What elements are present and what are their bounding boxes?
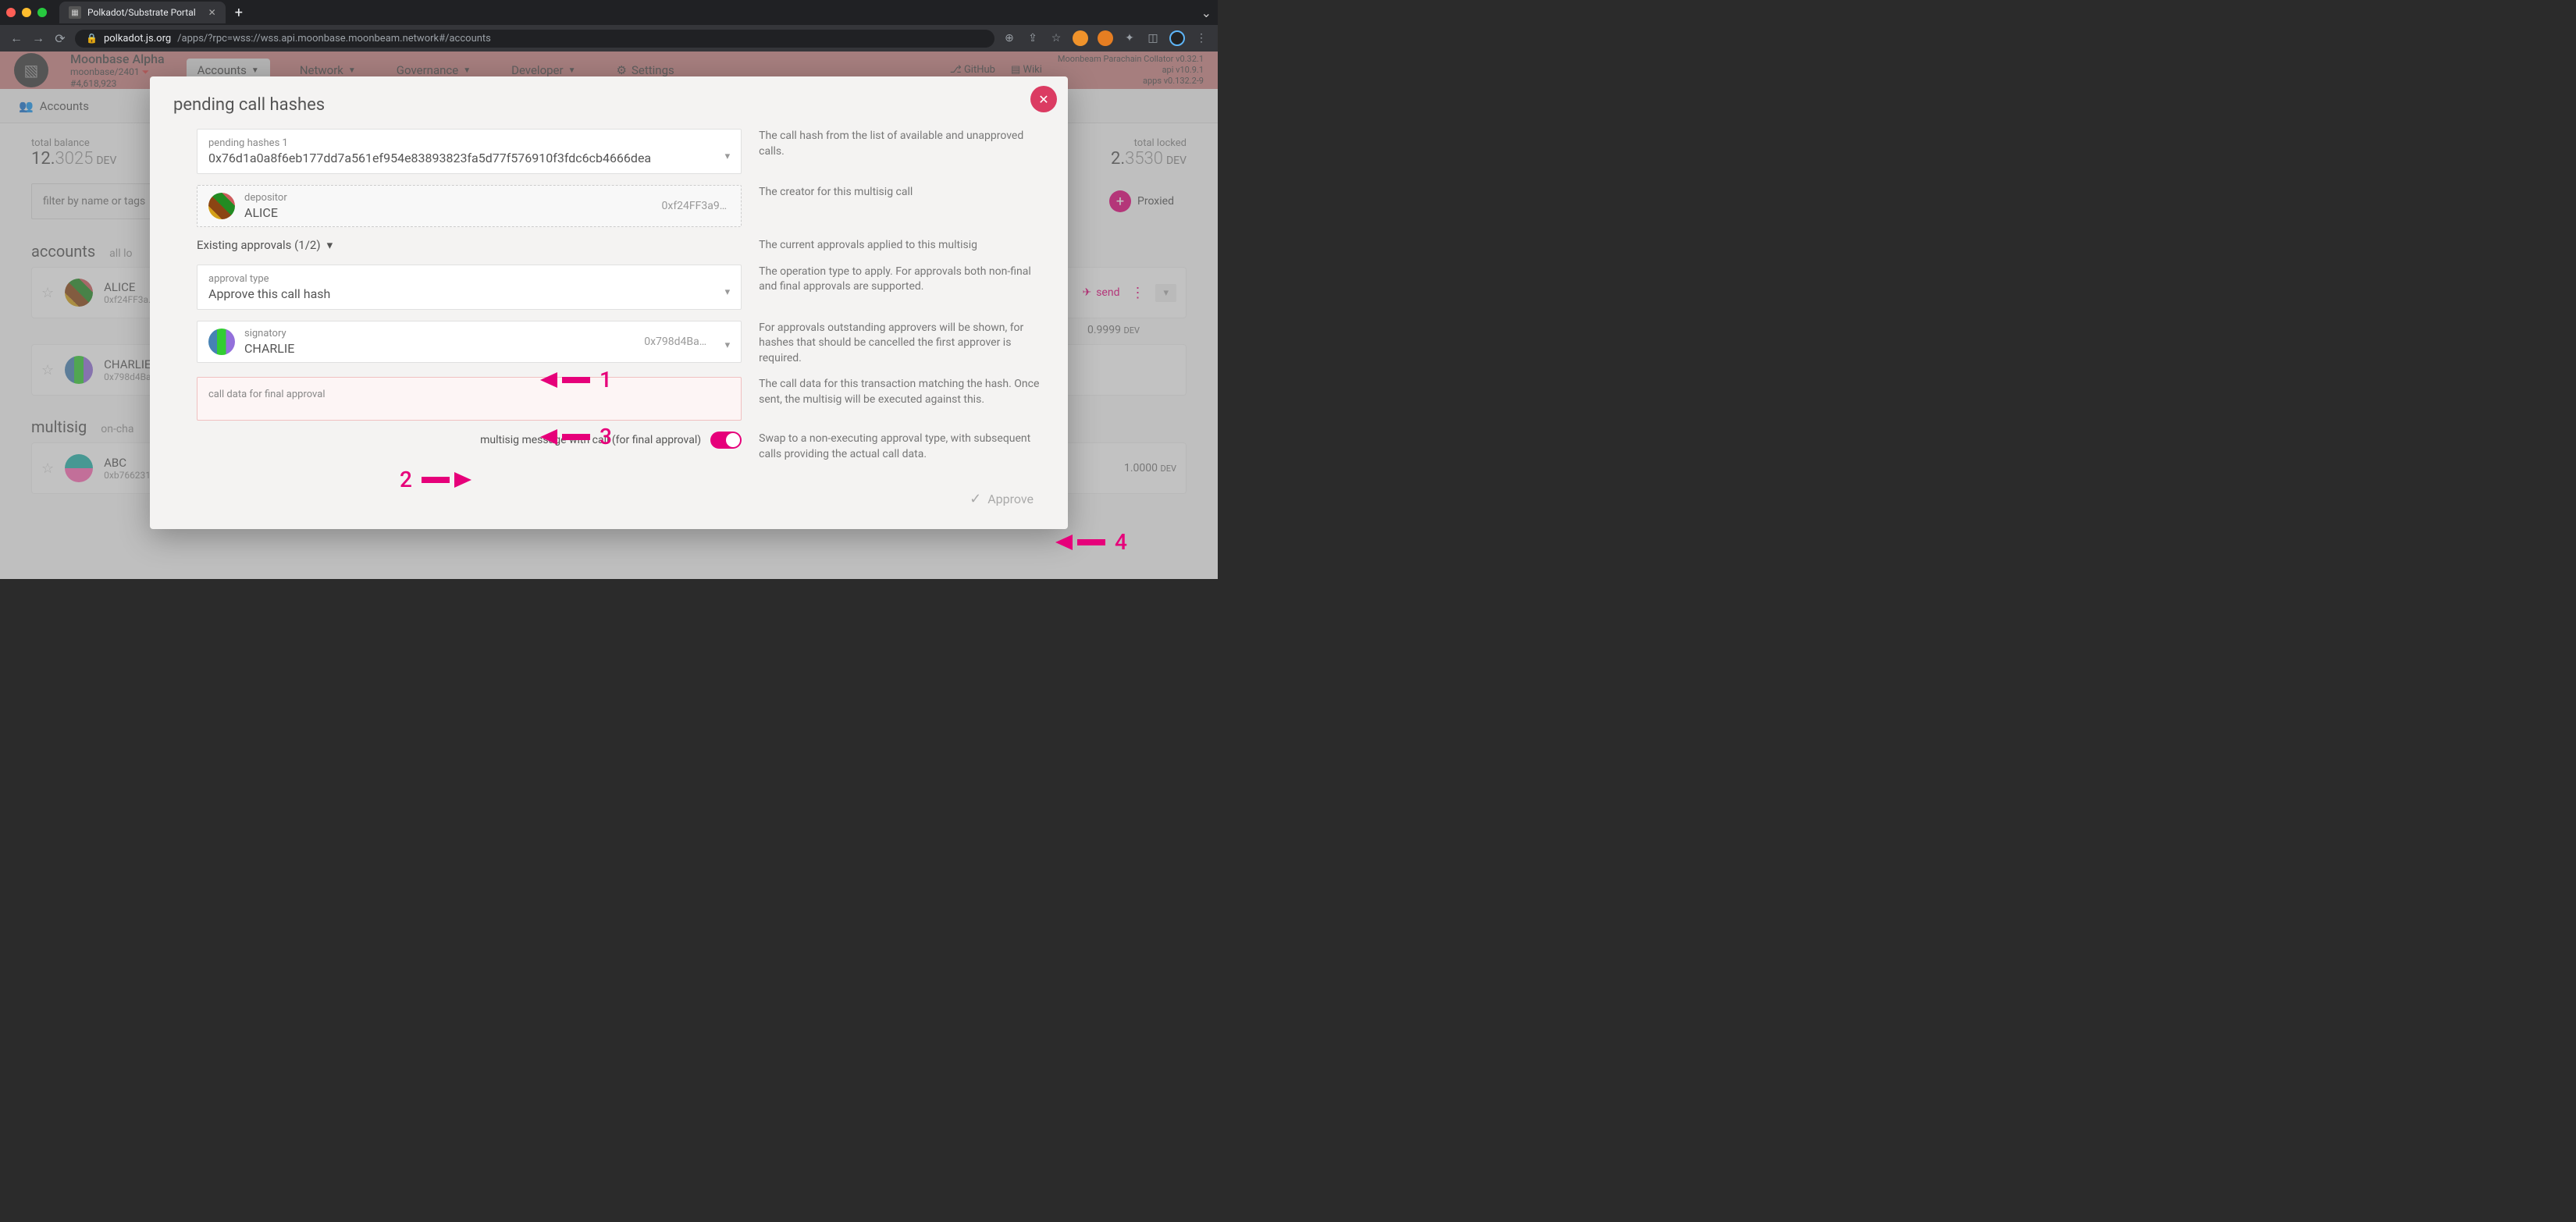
favicon-icon: ▦ <box>69 6 81 19</box>
existing-approvals-toggle[interactable]: Existing approvals (1/2) ▾ <box>197 238 742 252</box>
help-text: The call data for this transaction match… <box>759 377 1044 407</box>
browser-tab[interactable]: ▦ Polkadot/Substrate Portal ✕ <box>59 2 226 23</box>
tabs-dropdown-icon[interactable]: ⌄ <box>1201 5 1212 20</box>
extensions-icon[interactable]: ✦ <box>1123 31 1137 45</box>
zoom-icon[interactable]: ⊕ <box>1002 31 1016 45</box>
address-bar[interactable]: 🔒 polkadot.js.org /apps/?rpc=wss://wss.a… <box>75 30 994 48</box>
toggle-label: multisig message with call (for final ap… <box>480 434 701 446</box>
browser-chrome: ▦ Polkadot/Substrate Portal ✕ + ⌄ ← → ⟳ … <box>0 0 1218 52</box>
annotation-4: 4 <box>1055 529 1127 555</box>
chevron-down-icon: ▾ <box>725 286 731 298</box>
close-window-icon[interactable] <box>6 8 16 17</box>
tab-title: Polkadot/Substrate Portal <box>87 7 196 18</box>
identicon-icon <box>208 193 235 219</box>
signatory-address: 0x798d4Ba… <box>644 336 706 348</box>
chevron-down-icon: ▾ <box>327 238 333 252</box>
identicon-icon <box>208 329 235 355</box>
chevron-down-icon: ▾ <box>725 151 731 162</box>
lock-icon: 🔒 <box>86 33 98 44</box>
tab-bar: ▦ Polkadot/Substrate Portal ✕ + ⌄ <box>0 0 1218 25</box>
maximize-window-icon[interactable] <box>37 8 47 17</box>
help-text: Swap to a non-executing approval type, w… <box>759 432 1044 462</box>
share-icon[interactable]: ⇪ <box>1026 31 1040 45</box>
approve-button[interactable]: ✓ Approve <box>959 485 1044 513</box>
depositor-field: depositor ALICE 0xf24FF3a9… <box>197 185 742 227</box>
pending-call-modal: ✕ pending call hashes pending hashes 1 0… <box>150 76 1068 529</box>
panel-icon[interactable]: ◫ <box>1146 31 1160 45</box>
check-icon: ✓ <box>970 491 981 507</box>
reload-button[interactable]: ⟳ <box>53 31 67 46</box>
app-root: ▧ Moonbase Alpha moonbase/2401 ⏷ #4,618,… <box>0 52 1218 579</box>
help-text: The operation type to apply. For approva… <box>759 265 1044 295</box>
pending-hashes-select[interactable]: pending hashes 1 0x76d1a0a8f6eb177dd7a56… <box>197 129 742 174</box>
forward-button[interactable]: → <box>31 30 45 46</box>
profile-icon[interactable] <box>1169 30 1185 46</box>
menu-icon[interactable]: ⋮ <box>1194 31 1208 45</box>
url-bar: ← → ⟳ 🔒 polkadot.js.org /apps/?rpc=wss:/… <box>0 25 1218 52</box>
signatory-select[interactable]: signatory CHARLIE 0x798d4Ba… ▾ <box>197 321 742 363</box>
window-controls <box>6 8 47 17</box>
approval-type-select[interactable]: approval type Approve this call hash ▾ <box>197 265 742 310</box>
help-text: For approvals outstanding approvers will… <box>759 321 1044 367</box>
help-text: The current approvals applied to this mu… <box>759 238 1044 254</box>
extension-icon[interactable] <box>1098 30 1113 46</box>
call-data-input[interactable]: call data for final approval <box>197 377 742 421</box>
minimize-window-icon[interactable] <box>22 8 31 17</box>
bookmark-icon[interactable]: ☆ <box>1049 31 1063 45</box>
depositor-address: 0xf24FF3a9… <box>662 200 728 212</box>
new-tab-button[interactable]: + <box>235 5 243 21</box>
help-text: The creator for this multisig call <box>759 185 1044 201</box>
modal-title: pending call hashes <box>173 95 1044 115</box>
chevron-down-icon: ▾ <box>725 339 731 351</box>
final-approval-toggle[interactable] <box>710 432 742 449</box>
url-path: /apps/?rpc=wss://wss.api.moonbase.moonbe… <box>177 33 491 44</box>
help-text: The call hash from the list of available… <box>759 129 1044 159</box>
extension-icon[interactable] <box>1073 30 1088 46</box>
url-host: polkadot.js.org <box>104 33 171 44</box>
modal-overlay: ✕ pending call hashes pending hashes 1 0… <box>0 52 1218 579</box>
back-button[interactable]: ← <box>9 30 23 46</box>
modal-close-button[interactable]: ✕ <box>1030 86 1057 112</box>
tab-close-icon[interactable]: ✕ <box>208 7 216 18</box>
